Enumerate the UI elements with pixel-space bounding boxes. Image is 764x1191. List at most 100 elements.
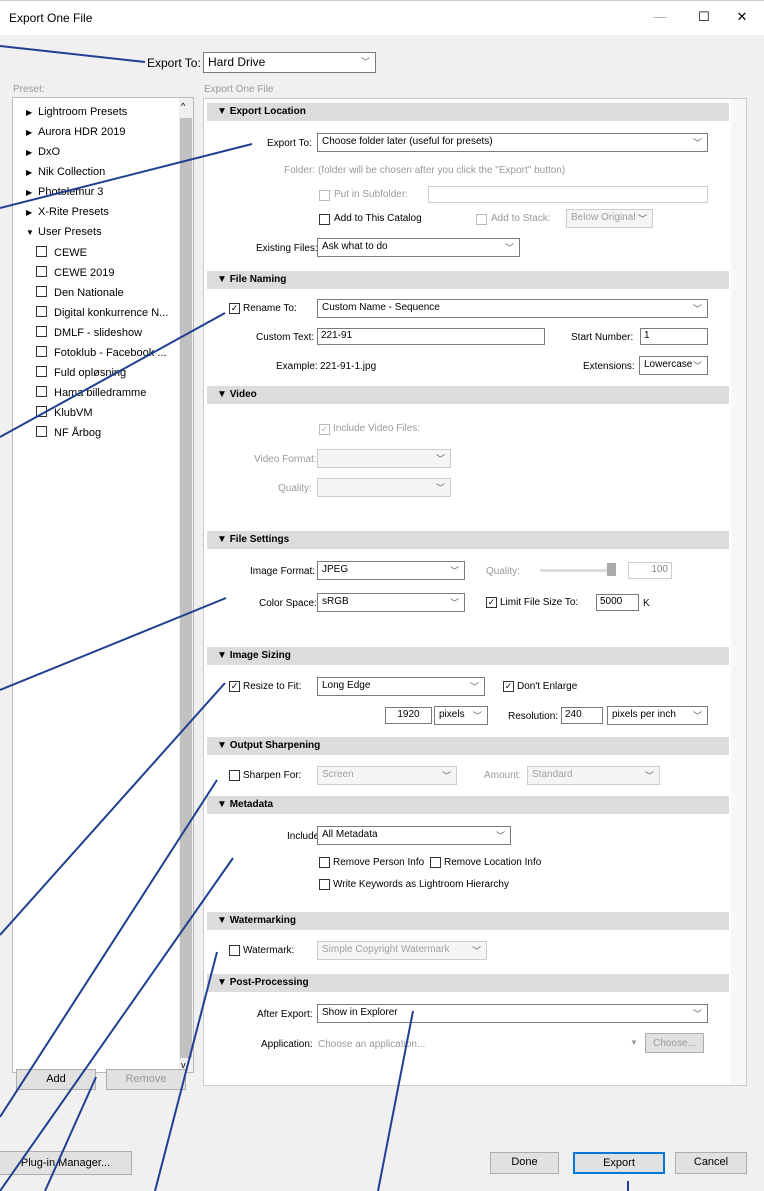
quality-input[interactable]: 100	[628, 562, 672, 579]
export-location-select[interactable]: Choose folder later (useful for presets)…	[317, 133, 708, 152]
watermark-checkbox[interactable]	[229, 945, 240, 956]
custom-text-input[interactable]: 221-91	[317, 328, 545, 345]
preset-checkbox[interactable]	[36, 246, 47, 257]
remove-location-checkbox[interactable]	[430, 857, 441, 868]
image-format-select[interactable]: JPEG ﹀	[317, 561, 465, 580]
after-export-select[interactable]: Show in Explorer ﹀	[317, 1004, 708, 1023]
start-number-input[interactable]: 1	[640, 328, 708, 345]
cancel-button[interactable]: Cancel	[675, 1152, 747, 1174]
expand-icon[interactable]: ▶	[26, 188, 38, 197]
subfolder-checkbox[interactable]	[319, 190, 330, 201]
add-preset-button[interactable]: Add	[16, 1069, 96, 1090]
preset-item[interactable]: ▶ Aurora HDR 2019	[26, 126, 125, 138]
write-keywords-checkbox[interactable]	[319, 879, 330, 890]
preset-checkbox[interactable]	[36, 406, 47, 417]
stack-select[interactable]: Below Original ﹀	[566, 209, 653, 228]
preset-item[interactable]: CEWE	[26, 246, 87, 259]
rename-checkbox[interactable]: ✓	[229, 303, 240, 314]
rename-select[interactable]: Custom Name - Sequence ﹀	[317, 299, 708, 318]
section-output-sharpening[interactable]: ▼ Output Sharpening	[207, 737, 729, 755]
expand-icon[interactable]: ▶	[26, 128, 38, 137]
preset-checkbox[interactable]	[36, 266, 47, 277]
expand-icon[interactable]: ▶	[26, 108, 38, 117]
remove-person-checkbox[interactable]	[319, 857, 330, 868]
expand-icon[interactable]: ▶	[26, 168, 38, 177]
video-format-select[interactable]: ﹀	[317, 449, 451, 468]
export-to-select[interactable]: Hard Drive ﹀	[203, 52, 376, 73]
section-image-sizing[interactable]: ▼ Image Sizing	[207, 647, 729, 665]
preset-item[interactable]: ▶ Lightroom Presets	[26, 106, 127, 118]
resolution-unit-select[interactable]: pixels per inch ﹀	[607, 706, 708, 725]
preset-list[interactable]	[12, 97, 194, 1073]
preset-item[interactable]: CEWE 2019	[26, 266, 115, 279]
metadata-include-select[interactable]: All Metadata ﹀	[317, 826, 511, 845]
scroll-up-icon[interactable]: ^	[181, 101, 185, 111]
preset-item[interactable]: Fuld opløsning	[26, 366, 126, 379]
preset-item[interactable]: Fotoklub - Facebook ...	[26, 346, 167, 359]
section-file-settings[interactable]: ▼ File Settings	[207, 531, 729, 549]
main-scrollbar[interactable]	[731, 99, 746, 1085]
minimize-button[interactable]: —	[650, 7, 670, 27]
preset-item[interactable]: Digital konkurrence N...	[26, 306, 168, 319]
preset-item[interactable]: ▶ X-Rite Presets	[26, 206, 109, 218]
amount-select[interactable]: Standard ﹀	[527, 766, 660, 785]
preset-item[interactable]: ▶ Photolemur 3	[26, 186, 103, 198]
resolution-input[interactable]: 240	[561, 707, 603, 724]
existing-files-select[interactable]: Ask what to do ﹀	[317, 238, 520, 257]
quality-slider-thumb[interactable]	[607, 563, 616, 576]
limit-file-size-checkbox[interactable]: ✓	[486, 597, 497, 608]
section-watermarking[interactable]: ▼ Watermarking	[207, 912, 729, 930]
preset-item[interactable]: Den Nationale	[26, 286, 124, 299]
preset-item[interactable]: Hama billedramme	[26, 386, 146, 399]
section-export-location[interactable]: ▼ Export Location	[207, 103, 729, 121]
preset-item[interactable]: ▼ User Presets	[26, 226, 102, 238]
collapse-icon[interactable]: ▼	[26, 228, 38, 237]
close-button[interactable]: ✕	[732, 7, 752, 27]
preset-checkbox[interactable]	[36, 326, 47, 337]
resize-checkbox[interactable]: ✓	[229, 681, 240, 692]
resize-select[interactable]: Long Edge ﹀	[317, 677, 485, 696]
application-field[interactable]: Choose an application...	[318, 1039, 425, 1050]
preset-checkbox[interactable]	[36, 306, 47, 317]
add-stack-checkbox[interactable]	[476, 214, 487, 225]
choose-application-button[interactable]: Choose...	[645, 1033, 704, 1053]
preset-item[interactable]: KlubVM	[26, 406, 93, 419]
color-space-select[interactable]: sRGB ﹀	[317, 593, 465, 612]
preset-checkbox[interactable]	[36, 366, 47, 377]
video-quality-select[interactable]: ﹀	[317, 478, 451, 497]
preset-item[interactable]: ▶ Nik Collection	[26, 166, 105, 178]
extensions-select[interactable]: Lowercase ﹀	[639, 356, 708, 375]
export-button[interactable]: Export	[573, 1152, 665, 1174]
expand-icon[interactable]: ▶	[26, 208, 38, 217]
preset-item[interactable]: ▶ DxO	[26, 146, 60, 158]
add-catalog-checkbox[interactable]	[319, 214, 330, 225]
plugin-manager-button[interactable]: Plug-in Manager...	[0, 1151, 132, 1175]
include-video-checkbox[interactable]: ✓	[319, 424, 330, 435]
application-dropdown-icon[interactable]: ▼	[630, 1038, 638, 1047]
watermark-select[interactable]: Simple Copyright Watermark ﹀	[317, 941, 487, 960]
size-input[interactable]: 1920	[385, 707, 432, 724]
sharpen-checkbox[interactable]	[229, 770, 240, 781]
section-video[interactable]: ▼ Video	[207, 386, 729, 404]
subfolder-input[interactable]	[428, 186, 708, 203]
maximize-button[interactable]: ☐	[694, 7, 714, 27]
limit-file-size-input[interactable]: 5000	[596, 594, 639, 611]
preset-item[interactable]: DMLF - slideshow	[26, 326, 142, 339]
section-metadata[interactable]: ▼ Metadata	[207, 796, 729, 814]
preset-checkbox[interactable]	[36, 346, 47, 357]
done-button[interactable]: Done	[490, 1152, 559, 1174]
export-location-value: Choose folder later (useful for presets)	[322, 136, 493, 147]
preset-item[interactable]: NF Årbog	[26, 426, 101, 439]
section-post-processing[interactable]: ▼ Post-Processing	[207, 974, 729, 992]
preset-checkbox[interactable]	[36, 286, 47, 297]
sharpen-select[interactable]: Screen ﹀	[317, 766, 457, 785]
size-unit-select[interactable]: pixels ﹀	[434, 706, 488, 725]
preset-scroll-thumb[interactable]	[180, 118, 192, 1058]
quality-slider-track[interactable]	[540, 569, 612, 572]
expand-icon[interactable]: ▶	[26, 148, 38, 157]
section-file-naming[interactable]: ▼ File Naming	[207, 271, 729, 289]
preset-checkbox[interactable]	[36, 386, 47, 397]
dont-enlarge-checkbox[interactable]: ✓	[503, 681, 514, 692]
remove-preset-button[interactable]: Remove	[106, 1069, 186, 1090]
preset-checkbox[interactable]	[36, 426, 47, 437]
